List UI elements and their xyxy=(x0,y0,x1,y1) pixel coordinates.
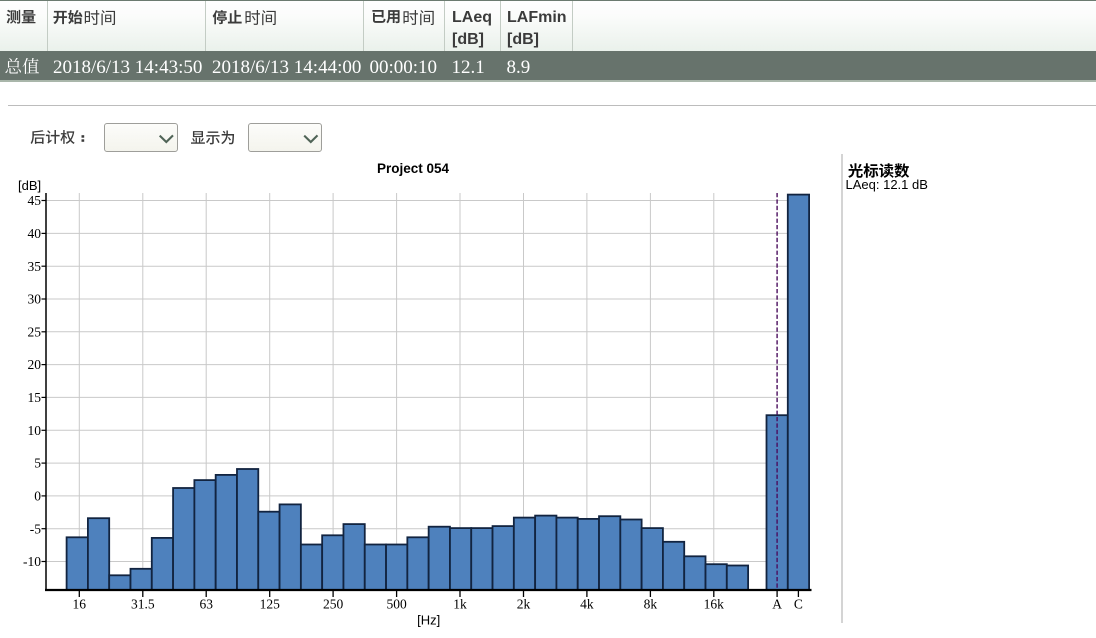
svg-text:250: 250 xyxy=(323,597,344,612)
svg-text:25: 25 xyxy=(28,324,42,339)
svg-text:125: 125 xyxy=(260,597,281,612)
svg-text:C: C xyxy=(794,597,803,612)
svg-text:[Hz]: [Hz] xyxy=(417,613,440,628)
svg-text:5: 5 xyxy=(34,456,41,471)
svg-text:40: 40 xyxy=(28,226,42,241)
svg-text:1k: 1k xyxy=(453,597,467,612)
svg-text:-5: -5 xyxy=(30,521,41,536)
svg-text:20: 20 xyxy=(28,357,42,372)
svg-text:[dB]: [dB] xyxy=(18,178,41,193)
svg-text:2k: 2k xyxy=(517,597,531,612)
svg-text:Project 054: Project 054 xyxy=(377,161,450,176)
svg-text:35: 35 xyxy=(28,259,42,274)
svg-text:30: 30 xyxy=(28,292,42,307)
svg-text:4k: 4k xyxy=(580,597,594,612)
svg-text:10: 10 xyxy=(28,423,42,438)
svg-text:16: 16 xyxy=(73,597,87,612)
svg-text:-10: -10 xyxy=(23,554,41,569)
svg-text:31.5: 31.5 xyxy=(131,597,155,612)
svg-text:16k: 16k xyxy=(704,597,725,612)
svg-text:0: 0 xyxy=(34,489,41,504)
svg-text:500: 500 xyxy=(386,597,407,612)
svg-text:63: 63 xyxy=(199,597,213,612)
svg-text:A: A xyxy=(772,597,782,612)
svg-text:45: 45 xyxy=(28,193,42,208)
svg-text:8k: 8k xyxy=(644,597,658,612)
svg-text:15: 15 xyxy=(28,390,42,405)
